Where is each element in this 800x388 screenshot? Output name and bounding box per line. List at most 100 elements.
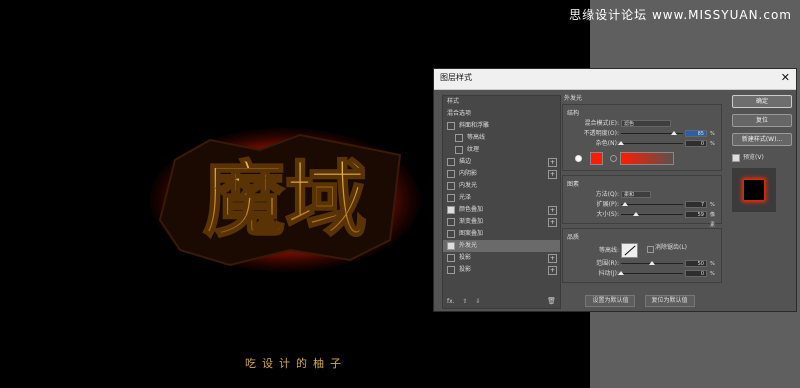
style-list-item[interactable]: 样式 (443, 96, 560, 108)
opacity-slider[interactable] (621, 131, 683, 135)
add-effect-icon[interactable]: + (548, 218, 557, 227)
artwork-logo: 魔域 (150, 128, 420, 272)
style-list-item[interactable]: 投影 + (443, 264, 560, 276)
quality-heading: 品质 (567, 234, 580, 241)
move-down-icon[interactable]: ⇩ (475, 298, 480, 305)
style-checkbox[interactable] (447, 169, 455, 178)
size-slider[interactable] (621, 212, 683, 216)
range-slider-knob[interactable] (649, 261, 655, 265)
style-list-item[interactable]: 混合选项 (443, 108, 560, 120)
add-effect-icon[interactable]: + (548, 170, 557, 179)
spread-label: 扩展(P): (596, 201, 619, 208)
reset-button[interactable]: 复位 (732, 114, 792, 127)
style-list-item[interactable]: 内阴影 + (443, 168, 560, 180)
style-checkbox[interactable] (447, 205, 455, 214)
jitter-input[interactable]: 0 (685, 270, 707, 277)
style-checkbox[interactable] (447, 229, 455, 238)
glow-gradient-picker[interactable] (620, 152, 674, 165)
style-list-item[interactable]: 等高线 (443, 132, 560, 144)
noise-slider-knob[interactable] (618, 141, 624, 145)
add-effect-icon[interactable]: + (548, 206, 557, 215)
glow-color-swatch[interactable] (590, 152, 603, 165)
style-list-item[interactable]: 纹理 (443, 144, 560, 156)
spread-slider-knob[interactable] (622, 202, 629, 206)
style-list-item[interactable]: 投影 + (443, 252, 560, 264)
style-list-label: 斜面和浮雕 (459, 122, 490, 129)
style-list-item[interactable]: 图案叠加 (443, 228, 560, 240)
style-checkbox[interactable] (447, 253, 455, 262)
style-checkbox[interactable] (455, 133, 463, 142)
style-list-item[interactable]: 外发光 (443, 240, 560, 252)
add-effect-icon[interactable]: + (548, 158, 557, 167)
spread-slider[interactable] (621, 202, 683, 206)
style-list: 样式 混合选项 斜面和浮雕 等高线 纹理 描边 + 内阴影 + 内发光 光泽 颜色叠加 + 渐变叠加 + 图案… (442, 95, 561, 309)
outer-glow-panel: 外发光 结构 混合模式(E): 滤色 不透明度(O): 85 % 杂色(N): … (562, 91, 722, 307)
add-effect-icon[interactable]: + (548, 266, 557, 275)
style-list-item[interactable]: 描边 + (443, 156, 560, 168)
make-default-button[interactable]: 设置为默认值 (585, 295, 636, 307)
style-preview (732, 167, 776, 212)
style-list-label: 图案叠加 (459, 230, 484, 237)
style-list-label: 描边 (459, 158, 472, 165)
jitter-unit: % (710, 271, 715, 277)
spread-row: 扩展(P): 7 % (567, 200, 717, 210)
spread-input[interactable]: 7 (685, 201, 707, 208)
style-checkbox[interactable] (447, 121, 455, 130)
range-slider[interactable] (621, 261, 683, 265)
new-style-button[interactable]: 新建样式(W)... (732, 133, 792, 146)
noise-row: 杂色(N): 0 % (567, 139, 717, 149)
style-checkbox[interactable] (455, 145, 463, 154)
style-checkbox[interactable] (447, 241, 455, 250)
jitter-slider-knob[interactable] (618, 271, 624, 275)
trash-icon[interactable]: 🗑 (547, 297, 556, 305)
style-list-label: 投影 (459, 254, 472, 261)
solid-color-radio[interactable] (575, 155, 582, 162)
move-up-icon[interactable]: ⇧ (463, 298, 468, 305)
style-checkbox[interactable] (447, 181, 455, 190)
noise-input[interactable]: 0 (685, 140, 707, 147)
style-checkbox[interactable] (447, 217, 455, 226)
size-slider-knob[interactable] (632, 212, 639, 216)
gradient-radio[interactable] (610, 155, 617, 162)
noise-unit: % (710, 141, 715, 147)
noise-label: 杂色(N): (595, 140, 619, 147)
structure-group: 结构 混合模式(E): 滤色 不透明度(O): 85 % 杂色(N): 0 % (562, 104, 722, 171)
dialog-titlebar: 图层样式 ✕ (434, 69, 796, 90)
add-effect-icon[interactable]: + (548, 254, 557, 263)
style-checkbox[interactable] (447, 265, 455, 274)
watermark: 思缘设计论坛 www.MISSYUAN.com (569, 8, 792, 22)
fx-icon[interactable]: fx. (447, 298, 455, 305)
style-list-item[interactable]: 斜面和浮雕 (443, 120, 560, 132)
anti-alias-checkbox[interactable] (647, 246, 654, 253)
style-list-label: 颜色叠加 (459, 206, 484, 213)
structure-heading: 结构 (567, 110, 580, 117)
jitter-slider[interactable] (618, 271, 683, 275)
dialog-actions: 确定 复位 新建样式(W)... 预览(V) (732, 95, 792, 212)
elements-group: 图素 方法(Q): 柔和 扩展(P): 7 % 大小(S): 59 像素 (562, 175, 722, 228)
close-icon[interactable]: ✕ (781, 71, 790, 84)
style-checkbox[interactable] (447, 157, 455, 166)
preview-checkbox[interactable] (732, 153, 740, 162)
preview-toggle[interactable]: 预览(V) (732, 152, 792, 162)
method-select[interactable]: 柔和 (621, 191, 651, 198)
dialog-title: 图层样式 (440, 73, 472, 82)
method-row: 方法(Q): 柔和 (567, 190, 717, 200)
size-unit: 像素 (710, 212, 716, 228)
range-input[interactable]: 50 (685, 260, 707, 267)
glow-color-row (567, 149, 717, 167)
preview-square (744, 179, 764, 200)
opacity-input[interactable]: 85 (685, 130, 707, 137)
noise-slider[interactable] (618, 141, 683, 145)
style-list-label: 纹理 (467, 146, 480, 153)
blend-mode-select[interactable]: 滤色 (621, 120, 671, 127)
style-list-item[interactable]: 颜色叠加 + (443, 204, 560, 216)
style-list-item[interactable]: 渐变叠加 + (443, 216, 560, 228)
style-checkbox[interactable] (447, 193, 455, 202)
contour-picker[interactable] (621, 243, 638, 258)
opacity-slider-knob[interactable] (670, 131, 677, 135)
size-input[interactable]: 59 (685, 211, 707, 218)
style-list-item[interactable]: 内发光 (443, 180, 560, 192)
ok-button[interactable]: 确定 (732, 95, 792, 108)
style-list-item[interactable]: 光泽 (443, 192, 560, 204)
reset-default-button[interactable]: 复位为默认值 (644, 295, 695, 307)
